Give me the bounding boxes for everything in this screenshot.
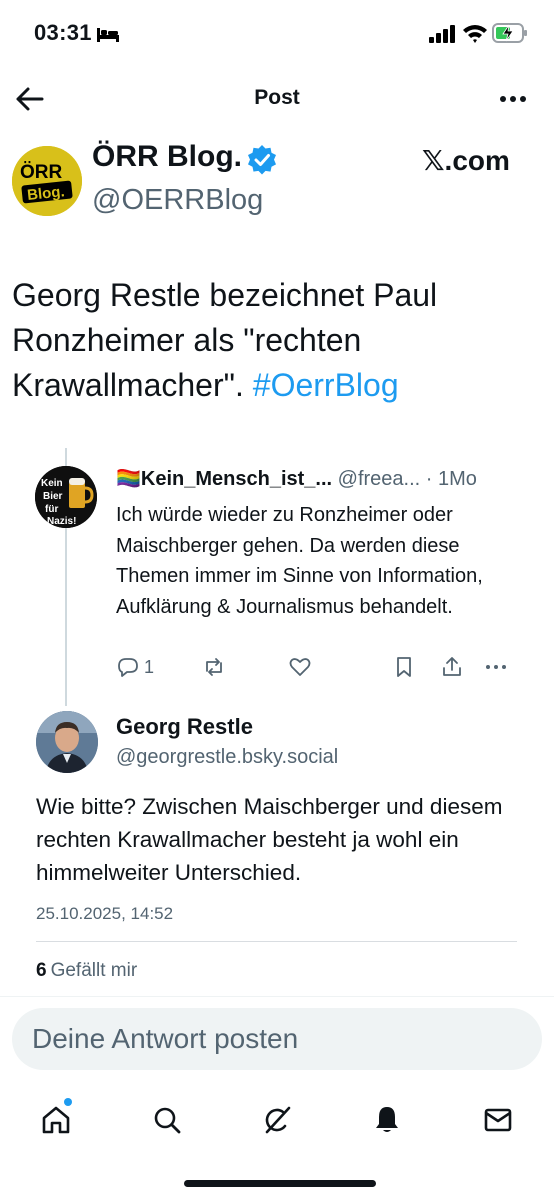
reply-button[interactable]: 1 bbox=[116, 652, 154, 682]
main-reply-body: Wie bitte? Zwischen Maischberger und die… bbox=[36, 794, 503, 885]
reply-author-avatar[interactable]: Kein Bier für Nazis! bbox=[35, 466, 97, 528]
more-options-icon[interactable] bbox=[498, 94, 528, 104]
likes-count: 6 bbox=[36, 960, 47, 981]
divider bbox=[0, 996, 554, 997]
home-icon bbox=[42, 1106, 70, 1134]
main-reply-author-handle[interactable]: @georgrestle.bsky.social bbox=[116, 746, 338, 769]
more-options-icon bbox=[486, 665, 506, 669]
bookmark-button[interactable] bbox=[392, 652, 416, 682]
share-button[interactable] bbox=[440, 652, 464, 682]
status-bar: 03:31 bbox=[0, 0, 554, 70]
bottom-nav bbox=[0, 1080, 554, 1199]
reply-author-handle[interactable]: @freea... bbox=[338, 468, 421, 490]
signal-icon bbox=[429, 25, 455, 43]
post-text: Georg Restle bezeichnet Paul Ronzheimer … bbox=[12, 273, 542, 408]
svg-text:für: für bbox=[45, 504, 58, 515]
reply-author-name[interactable]: 🏳️‍🌈Kein_Mensch_ist_... bbox=[116, 468, 332, 490]
divider bbox=[36, 941, 517, 942]
top-app-bar: Post bbox=[0, 70, 554, 130]
bed-icon bbox=[97, 28, 119, 42]
notifications-icon bbox=[376, 1107, 398, 1132]
reply-icon bbox=[118, 658, 138, 677]
wifi-icon bbox=[463, 25, 487, 43]
svg-text:Bier: Bier bbox=[43, 491, 63, 502]
hashtag-link[interactable]: #OerrBlog bbox=[253, 367, 399, 403]
repost-icon bbox=[206, 658, 222, 676]
messages-icon bbox=[484, 1108, 512, 1132]
post-timestamp: 25.10.2025, 14:52 bbox=[36, 904, 174, 923]
likes-summary[interactable]: 6 Gefällt mir bbox=[36, 960, 137, 982]
reply-timestamp: · 1Mo bbox=[425, 468, 477, 490]
nav-search[interactable] bbox=[145, 1098, 189, 1142]
nav-home[interactable] bbox=[34, 1098, 78, 1142]
reply-body: Ich würde wieder zu Ronzheimer oder Mais… bbox=[116, 504, 483, 618]
home-indicator bbox=[184, 1180, 376, 1187]
search-icon bbox=[154, 1107, 181, 1134]
share-icon bbox=[443, 657, 461, 676]
svg-text:ÖRR: ÖRR bbox=[20, 162, 63, 183]
nav-messages[interactable] bbox=[476, 1098, 520, 1142]
reply-input[interactable]: Deine Antwort posten bbox=[12, 1008, 542, 1070]
author-avatar[interactable]: ÖRR Blog. bbox=[12, 146, 82, 216]
heart-icon bbox=[289, 658, 311, 676]
like-button[interactable] bbox=[288, 652, 312, 682]
main-reply-author-name[interactable]: Georg Restle bbox=[116, 714, 253, 740]
main-reply-avatar[interactable] bbox=[36, 711, 98, 773]
notification-dot bbox=[64, 1098, 72, 1106]
repost-button[interactable] bbox=[202, 652, 226, 682]
verified-badge-icon bbox=[248, 145, 276, 175]
svg-text:Kein: Kein bbox=[41, 478, 63, 489]
status-time: 03:31 bbox=[34, 20, 92, 45]
author-avatar-logo: ÖRR Blog. bbox=[12, 146, 82, 216]
page-title: Post bbox=[254, 86, 300, 109]
reply-action-bar: 1 bbox=[116, 652, 516, 682]
nav-notifications[interactable] bbox=[365, 1098, 409, 1142]
reply-header: 🏳️‍🌈Kein_Mensch_ist_... @freea... · 1Mo bbox=[116, 466, 536, 491]
nav-grok[interactable] bbox=[255, 1098, 299, 1142]
svg-text:Nazis!: Nazis! bbox=[47, 516, 76, 527]
grok-icon bbox=[265, 1106, 291, 1134]
reply-count: 1 bbox=[144, 656, 155, 677]
source-label: 𝕏.com bbox=[422, 145, 510, 176]
likes-label: Gefällt mir bbox=[50, 960, 138, 981]
reply-avatar-graphic: Kein Bier für Nazis! bbox=[35, 466, 97, 528]
reply-more-button[interactable] bbox=[484, 652, 508, 682]
author-name[interactable]: ÖRR Blog. bbox=[92, 140, 242, 174]
battery-icon bbox=[492, 23, 527, 43]
author-handle[interactable]: @OERRBlog bbox=[92, 184, 263, 217]
bookmark-icon bbox=[397, 657, 411, 677]
main-reply-avatar-photo bbox=[36, 711, 98, 773]
